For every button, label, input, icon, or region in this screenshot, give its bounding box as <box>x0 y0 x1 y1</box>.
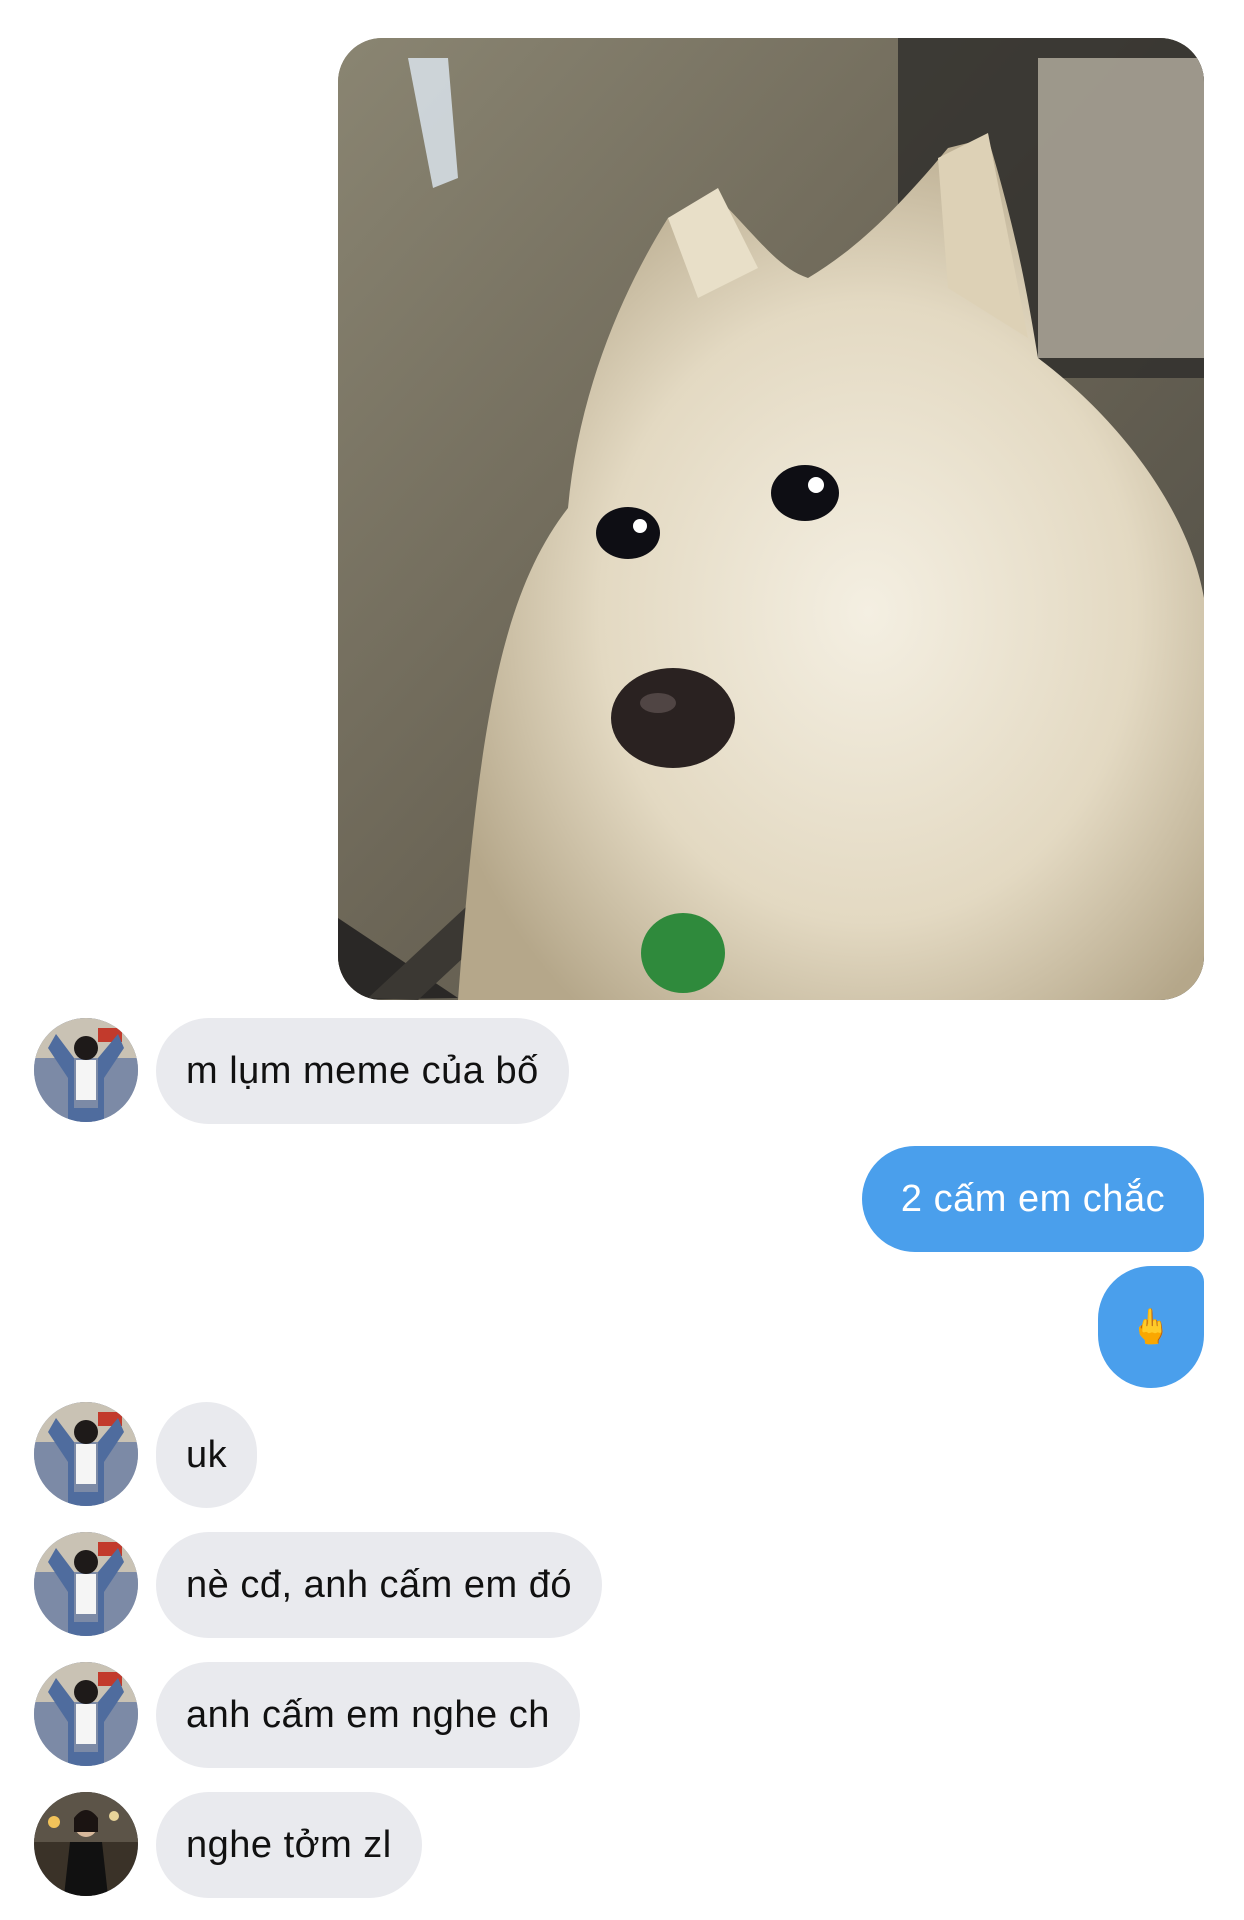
message-text: 🖕 <box>1129 1308 1173 1346</box>
avatar-girl-denim-jacket-icon <box>34 1402 138 1506</box>
sender-avatar[interactable] <box>34 1532 138 1636</box>
avatar-girl-dark-outfit-icon <box>34 1792 138 1896</box>
message-bubble-incoming[interactable]: nè cđ, anh cấm em đó <box>156 1532 602 1638</box>
message-text: nghe tởm zl <box>186 1823 392 1866</box>
message-text: m lụm meme của bố <box>186 1049 539 1092</box>
avatar-girl-denim-jacket-icon <box>34 1018 138 1122</box>
message-text: uk <box>186 1433 228 1476</box>
message-bubble-incoming[interactable]: uk <box>156 1402 258 1508</box>
dog-photo-icon <box>338 38 1204 1000</box>
sender-avatar[interactable] <box>34 1792 138 1896</box>
message-text: anh cấm em nghe ch <box>186 1693 550 1736</box>
sender-avatar[interactable] <box>34 1402 138 1506</box>
avatar-girl-denim-jacket-icon <box>34 1532 138 1636</box>
message-bubble-incoming[interactable]: anh cấm em nghe ch <box>156 1662 580 1768</box>
message-bubble-incoming[interactable]: m lụm meme của bố <box>156 1018 569 1124</box>
message-bubble-outgoing[interactable]: 2 cấm em chắc <box>862 1146 1204 1252</box>
message-bubble-outgoing-emoji[interactable]: 🖕 <box>1098 1266 1204 1388</box>
sender-avatar[interactable] <box>34 1662 138 1766</box>
avatar-girl-denim-jacket-icon <box>34 1662 138 1766</box>
sender-avatar[interactable] <box>34 1018 138 1122</box>
message-bubble-incoming[interactable]: nghe tởm zl <box>156 1792 422 1898</box>
message-text: nè cđ, anh cấm em đó <box>186 1563 572 1606</box>
message-text: 2 cấm em chắc <box>900 1177 1166 1220</box>
shared-dog-photo[interactable] <box>338 38 1204 1000</box>
